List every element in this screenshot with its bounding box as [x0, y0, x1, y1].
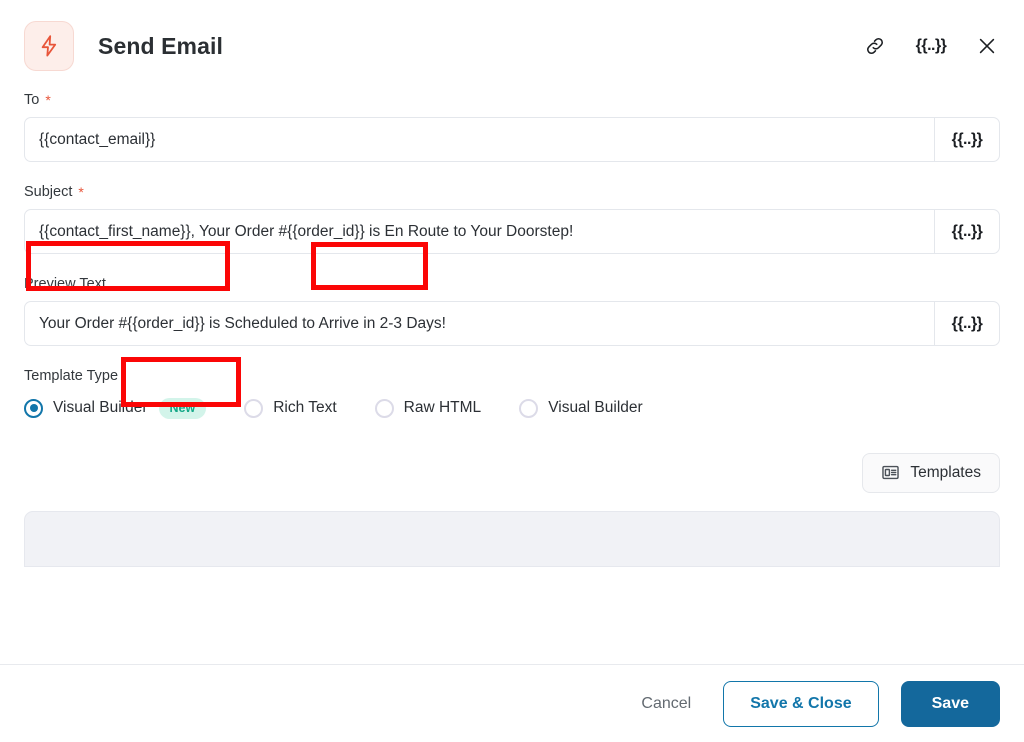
preview-text-merge-tag-button[interactable]: {{..}} [934, 301, 1000, 346]
save-button[interactable]: Save [900, 680, 1000, 727]
merge-tag-glyph: {{..}} [915, 37, 947, 54]
subject-merge-tag-button[interactable]: {{..}} [934, 209, 1000, 254]
preview-text-input[interactable]: Your Order #{{order_id}} is Scheduled to… [24, 301, 934, 346]
templates-button[interactable]: Templates [862, 452, 1000, 493]
merge-tag-icon[interactable]: {{..}} [915, 33, 947, 59]
to-input[interactable]: {{contact_email}} [24, 117, 934, 162]
required-asterisk: * [78, 184, 84, 200]
email-editor-panel[interactable] [24, 510, 1000, 567]
radio-option-raw-html[interactable]: Raw HTML [374, 398, 482, 418]
radio-indicator [519, 398, 539, 418]
field-to: To * {{contact_email}} {{..}} [24, 92, 1000, 162]
send-email-modal: Send Email {{..}} To * {{contact_email}}… [0, 0, 1024, 742]
modal-header: Send Email {{..}} [0, 0, 1024, 92]
to-merge-tag-button[interactable]: {{..}} [934, 117, 1000, 162]
templates-row: Templates [24, 452, 1000, 493]
subject-input[interactable]: {{contact_first_name}}, Your Order #{{or… [24, 209, 934, 254]
field-preview-text: Preview Text Your Order #{{order_id}} is… [24, 276, 1000, 346]
radio-option-visual-builder[interactable]: Visual Builder [519, 398, 643, 418]
preview-text-label: Preview Text [24, 276, 106, 292]
radio-label: Visual Builder [53, 399, 148, 417]
close-icon[interactable] [974, 33, 1000, 59]
radio-indicator [24, 398, 43, 418]
merge-tag-glyph: {{..}} [951, 222, 983, 240]
template-type-label-row: Template Type [24, 368, 1000, 384]
save-and-close-button[interactable]: Save & Close [723, 680, 879, 727]
subject-label-row: Subject * [24, 184, 1000, 200]
merge-tag-glyph: {{..}} [951, 314, 983, 332]
radio-indicator [374, 398, 394, 418]
radio-option-rich-text[interactable]: Rich Text [244, 398, 337, 418]
subject-label: Subject [24, 184, 73, 200]
modal-body: To * {{contact_email}} {{..}} Subject * … [0, 92, 1024, 664]
template-type-label: Template Type [24, 368, 119, 384]
lightning-bolt-icon [24, 21, 74, 71]
to-label-row: To * [24, 92, 1000, 108]
field-subject: Subject * {{contact_first_name}}, Your O… [24, 184, 1000, 254]
preview-text-label-row: Preview Text [24, 276, 1000, 292]
to-input-row: {{contact_email}} {{..}} [24, 117, 1000, 162]
required-asterisk: * [45, 92, 51, 108]
radio-label: Rich Text [273, 399, 337, 417]
subject-input-row: {{contact_first_name}}, Your Order #{{or… [24, 209, 1000, 254]
merge-tag-glyph: {{..}} [951, 130, 983, 148]
header-actions: {{..}} [862, 33, 1000, 59]
field-template-type: Template Type Visual Builder New Rich Te… [24, 368, 1000, 419]
to-label: To [24, 92, 40, 108]
page-title: Send Email [98, 32, 223, 59]
cancel-button[interactable]: Cancel [631, 687, 701, 721]
new-badge: New [158, 398, 207, 419]
link-icon[interactable] [862, 33, 888, 59]
templates-button-label: Templates [910, 463, 981, 481]
preview-text-input-row: Your Order #{{order_id}} is Scheduled to… [24, 301, 1000, 346]
radio-label: Visual Builder [548, 399, 643, 417]
template-layout-icon [881, 463, 900, 482]
radio-label: Raw HTML [403, 399, 482, 417]
radio-option-visual-builder-new[interactable]: Visual Builder New [24, 398, 207, 419]
modal-footer: Cancel Save & Close Save [0, 664, 1024, 742]
radio-indicator [244, 398, 264, 418]
template-type-radio-group: Visual Builder New Rich Text Raw HTML Vi… [24, 398, 1000, 419]
